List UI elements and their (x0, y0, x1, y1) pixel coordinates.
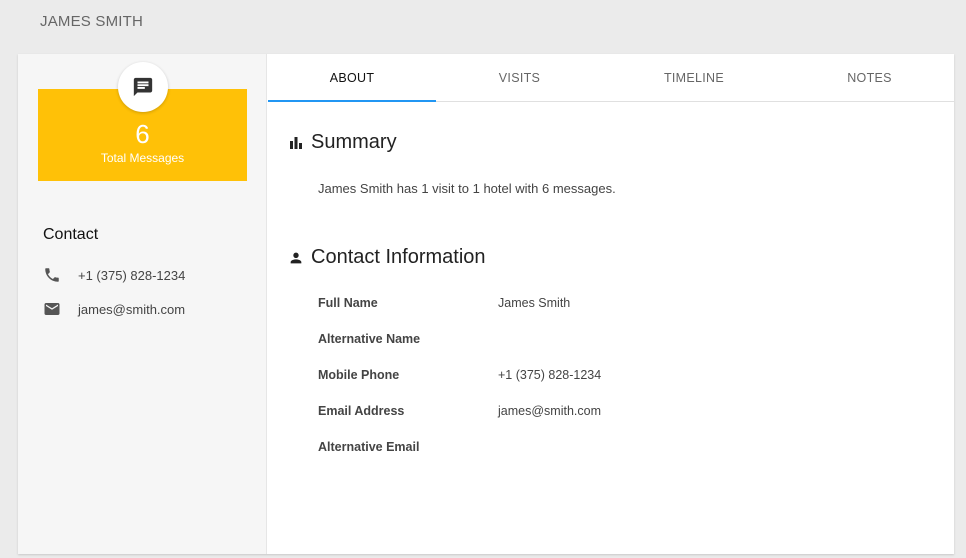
info-label: Email Address (318, 404, 405, 418)
tab-about[interactable]: ABOUT (268, 54, 436, 102)
active-tab-indicator (268, 100, 436, 102)
info-value: james@smith.com (498, 404, 601, 418)
contact-info-heading: Contact Information (288, 246, 486, 269)
info-label: Full Name (318, 296, 378, 310)
total-messages-count: 6 (135, 119, 150, 149)
contact-email-value: james@smith.com (78, 301, 186, 317)
tab-visits[interactable]: VISITS (436, 54, 603, 102)
tab-timeline[interactable]: TIMELINE (603, 54, 785, 102)
summary-text: James Smith has 1 visit to 1 hotel with … (318, 181, 616, 196)
page-title: JAMES SMITH (40, 13, 144, 30)
tab-bar: ABOUT VISITS TIMELINE NOTES (268, 54, 954, 102)
message-icon[interactable] (118, 62, 168, 112)
contact-info-heading-text: Contact Information (311, 246, 486, 268)
contact-email[interactable]: james@smith.com (43, 299, 185, 319)
total-messages-label: Total Messages (100, 151, 185, 165)
summary-heading: Summary (288, 131, 397, 154)
info-value: +1 (375) 828-1234 (498, 368, 602, 382)
summary-heading-text: Summary (311, 131, 397, 153)
bar-chart-icon (288, 135, 311, 151)
contact-title: Contact (43, 226, 99, 243)
info-value: James Smith (498, 296, 571, 310)
email-icon (43, 300, 78, 318)
info-label: Alternative Name (318, 332, 421, 346)
info-label: Mobile Phone (318, 368, 400, 382)
contact-phone-value: +1 (375) 828-1234 (78, 267, 186, 283)
person-icon (288, 250, 311, 266)
profile-card: 6 Total Messages Contact +1 (375) 828-12… (18, 54, 954, 554)
sidebar: 6 Total Messages Contact +1 (375) 828-12… (18, 54, 267, 554)
contact-phone[interactable]: +1 (375) 828-1234 (43, 265, 185, 285)
info-label: Alternative Email (318, 440, 420, 454)
tab-notes[interactable]: NOTES (785, 54, 954, 102)
phone-icon (43, 266, 78, 284)
